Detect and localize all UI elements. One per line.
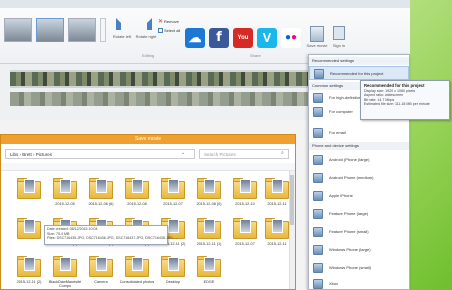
editing-group-label: Editing [142,53,155,58]
folder-item[interactable]: EDGE [195,253,223,289]
theme-thumbnail[interactable] [68,18,96,42]
phone-icon [313,209,323,219]
facebook-icon[interactable]: f [209,28,229,48]
select-all-button[interactable]: Select all [164,28,180,33]
menu-item-label: Windows Phone (small) [329,265,372,270]
theme-thumbnail[interactable] [4,18,32,42]
menu-item-label: For email [329,130,346,135]
video-timeline[interactable] [10,70,310,88]
menu-item-device[interactable]: Feature Phone (small) [309,225,409,239]
menu-item-label: Windows Phone (large) [329,247,371,252]
phone-icon [313,191,323,201]
folder-item[interactable]: 2015-12-06 (6) [87,175,115,211]
menu-item-label: Xbox [329,281,339,286]
vimeo-icon[interactable]: V [257,28,277,48]
xbox-icon [313,279,323,289]
menu-item-device[interactable]: Windows Phone (large) [309,243,409,257]
menu-item-label: For computer [329,109,353,114]
menu-item-device[interactable]: Android Phone (medium) [309,171,409,185]
folder-tooltip: Date created: 08/12/2015 10:04 Size: 75.… [44,225,178,245]
rotate-left-label[interactable]: Rotate left [110,34,134,39]
phone-icon [313,155,323,165]
folder-item[interactable]: 2015-12-10 [231,175,259,211]
menu-item-label: Apple iPhone [329,193,353,198]
save-movie-dialog: Save movie Libs › Brett › Pictures ⌄ Sea… [0,134,296,290]
address-bar[interactable]: Libs › Brett › Pictures [5,149,195,159]
folder-item[interactable]: 2015-12-11 [263,175,291,211]
select-all-icon[interactable] [158,28,163,33]
menu-item-recommended[interactable]: Recommended for this project [309,66,409,80]
hd-display-icon [313,93,323,103]
folder-item[interactable]: BlackDawManésité Compo [49,253,81,289]
phone-icon [313,263,323,273]
phone-icon [313,227,323,237]
film-icon [314,69,324,79]
computer-icon [313,107,323,117]
menu-item-device[interactable]: Windows Phone (small) [309,261,409,275]
menu-header-recommended: Recommended settings [309,57,409,65]
sign-in-button[interactable]: Sign in [327,43,351,48]
tooltip-line: Estimated file size: 111.18 MB per minut… [364,102,430,107]
save-movie-button[interactable]: Save movie [305,43,329,48]
folder-item[interactable]: 2015-12-08 (0) [195,175,223,211]
menu-item-device[interactable]: Xbox [309,277,409,290]
scrollbar-thumb[interactable] [290,175,294,225]
email-icon [313,128,323,138]
rotate-left-icon[interactable] [116,18,128,30]
menu-item-device[interactable]: Apple iPhone [309,189,409,203]
cloud-icon[interactable]: ☁ [185,28,205,48]
save-movie-icon[interactable] [310,26,324,42]
dialog-toolbar [1,163,295,171]
rotate-right-icon[interactable] [140,18,152,30]
menu-header-phone: Phone and device settings [309,142,409,150]
rotate-right-label[interactable]: Rotate right [134,34,158,39]
folder-item[interactable]: 2015-12-11 (2) [15,253,43,289]
tooltip-title: Recommended for this project [364,83,425,88]
menu-item-label: Feature Phone (small) [329,229,369,234]
flickr-icon[interactable]: ●● [281,28,301,48]
remove-icon[interactable]: ✕ [158,18,163,25]
theme-thumbnail[interactable] [36,18,64,42]
folder-item[interactable] [15,175,43,211]
dialog-title: Save movie [1,135,295,144]
remove-button[interactable]: Remove [164,19,179,24]
folder-tooltip-line: Files: DSC716435.JPG, DSC716436.JPG, DSC… [47,236,178,241]
folder-item[interactable]: Camera [87,253,115,289]
folder-item[interactable] [15,215,43,251]
folder-item[interactable]: 2015-12-11 (1) [195,215,223,251]
sign-in-icon[interactable] [333,26,345,40]
folder-item[interactable]: Desktop [159,253,187,289]
folder-item[interactable]: 2015-12-08 [123,175,151,211]
folder-item[interactable]: 2015-12-05 [51,175,79,211]
menu-item-label: Recommended for this project [330,71,384,76]
share-group-label: Share [250,53,261,58]
menu-item-label: Android Phone (medium) [329,175,374,180]
folder-item[interactable]: 2015-12-07 [231,215,259,251]
folder-item[interactable]: 2015-12-07 [159,175,187,211]
folder-item[interactable]: 2015-12-11 [263,215,291,251]
theme-gallery-scroll[interactable] [100,18,106,42]
phone-icon [313,245,323,255]
menu-item-device[interactable]: Android (Phone (large) [309,153,409,167]
chevron-down-icon[interactable]: ⌄ [181,150,185,156]
menu-item-common[interactable]: For email [309,126,409,140]
menu-item-label: Android (Phone (large) [329,157,370,162]
youtube-icon[interactable]: You [233,28,253,48]
folder-item[interactable]: Consolidated photos [120,253,154,289]
title-bar [0,0,410,8]
recommended-tooltip: Recommended for this project Display siz… [360,80,450,120]
video-timeline-secondary[interactable] [10,92,310,106]
menu-item-label: Feature Phone (large) [329,211,369,216]
search-input[interactable]: Search Pictures [199,149,289,159]
search-icon[interactable]: ⌕ [281,150,284,156]
phone-icon [313,173,323,183]
menu-item-device[interactable]: Feature Phone (large) [309,207,409,221]
